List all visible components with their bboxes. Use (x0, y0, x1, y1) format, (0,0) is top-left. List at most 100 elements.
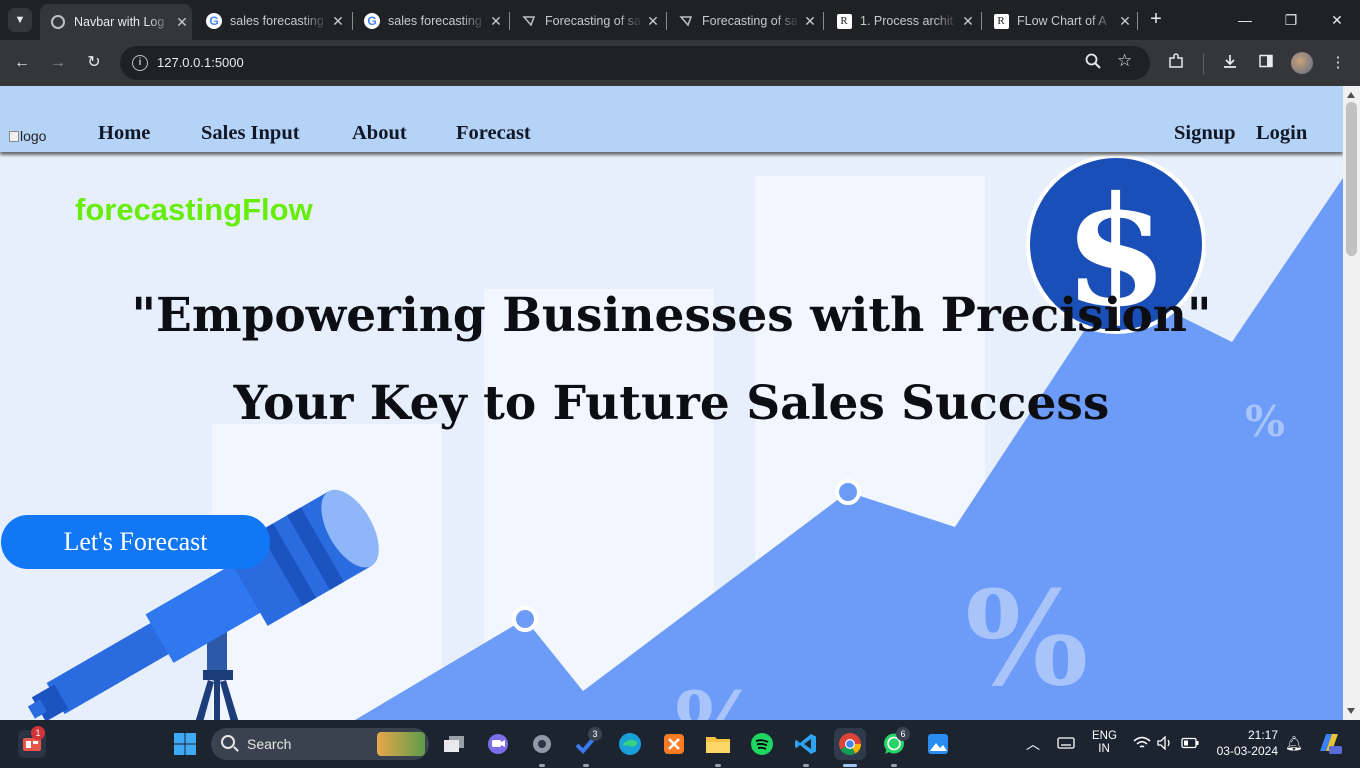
tab-title: 1. Process archit (860, 14, 954, 28)
browser-tab[interactable]: R 1. Process archit ✕ (826, 6, 978, 36)
logo-image[interactable]: logo (9, 128, 46, 144)
teams-chat-icon[interactable] (484, 730, 512, 758)
nav-login-link[interactable]: Login (1256, 122, 1307, 145)
tab-separator (823, 12, 824, 30)
keyboard-icon[interactable] (1057, 736, 1075, 753)
tab-title: FLow Chart of A (1017, 14, 1107, 28)
nav-forecast-link[interactable]: Forecast (456, 122, 531, 145)
task-view-icon[interactable] (440, 730, 468, 758)
chart-point (512, 606, 538, 632)
chrome-icon[interactable] (834, 728, 866, 760)
close-tab-icon[interactable]: ✕ (328, 13, 348, 30)
url-text[interactable]: 127.0.0.1:5000 (157, 55, 244, 70)
windows-start-icon[interactable] (171, 730, 199, 758)
vscode-icon[interactable] (792, 730, 820, 758)
close-window-icon[interactable]: ✕ (1314, 0, 1360, 40)
tab-title: sales forecasting (388, 14, 482, 28)
browser-tab[interactable]: G sales forecasting ✕ (354, 6, 506, 36)
running-indicator (803, 764, 809, 767)
percent-decoration: % (675, 672, 761, 720)
researchgate-icon: R (993, 13, 1009, 29)
nav-signup-link[interactable]: Signup (1174, 122, 1236, 145)
lets-forecast-button[interactable]: Let's Forecast (1, 515, 270, 569)
running-indicator (715, 764, 721, 767)
chart-point (835, 479, 861, 505)
address-bar[interactable]: i 127.0.0.1:5000 ☆ (120, 46, 1150, 80)
reload-icon[interactable]: ↻ (83, 52, 105, 74)
browser-tab[interactable]: Navbar with Log ✕ (40, 4, 192, 40)
search-icon (221, 735, 235, 749)
close-tab-icon[interactable]: ✕ (486, 13, 506, 30)
globe-icon (50, 14, 66, 30)
running-indicator (891, 764, 897, 767)
language-indicator[interactable]: ENG IN (1092, 730, 1117, 755)
xampp-icon[interactable] (660, 730, 688, 758)
edge-browser-icon[interactable] (616, 730, 644, 758)
profile-avatar[interactable] (1291, 52, 1313, 74)
more-menu-icon[interactable]: ⋮ (1328, 53, 1348, 71)
bookmark-star-icon[interactable]: ☆ (1117, 51, 1132, 71)
percent-decoration: % (965, 562, 1089, 715)
browser-tab[interactable]: Forecasting of sa ✕ (511, 6, 663, 36)
taskbar-search-box[interactable]: Search (211, 728, 429, 760)
nav-sales-input-link[interactable]: Sales Input (201, 122, 300, 145)
minimize-icon[interactable]: — (1222, 0, 1268, 40)
wifi-icon[interactable] (1133, 736, 1151, 753)
page-viewport: % % % $ (0, 86, 1343, 720)
battery-icon[interactable] (1181, 737, 1199, 752)
side-panel-icon[interactable] (1256, 53, 1276, 73)
close-tab-icon[interactable]: ✕ (1115, 13, 1135, 30)
todo-badge: 3 (588, 727, 602, 741)
close-tab-icon[interactable]: ✕ (958, 13, 978, 30)
browser-tab-strip: ▼ Navbar with Log ✕ G sales forecasting … (0, 0, 1360, 40)
tab-search-button[interactable]: ▼ (8, 8, 32, 32)
new-tab-button[interactable]: + (1145, 8, 1167, 30)
logo-alt-text: logo (20, 128, 47, 144)
page-scrollbar[interactable] (1343, 86, 1360, 720)
notification-bell-icon[interactable]: 🔔︎ (1285, 735, 1303, 752)
tab-title: Forecasting of sa (702, 14, 798, 28)
restore-icon[interactable]: ❐ (1268, 0, 1314, 40)
browser-tab[interactable]: R FLow Chart of A ✕ (983, 6, 1135, 36)
download-icon[interactable] (1220, 53, 1240, 73)
google-icon: G (364, 13, 380, 29)
photos-icon[interactable] (924, 730, 952, 758)
forward-arrow-icon[interactable]: → (47, 52, 69, 74)
clock[interactable]: 21:17 03-03-2024 (1212, 728, 1278, 758)
scroll-up-icon[interactable] (1347, 92, 1355, 98)
tab-separator (666, 12, 667, 30)
tab-title: sales forecasting (230, 14, 324, 28)
google-icon: G (206, 13, 222, 29)
browser-tab[interactable]: Forecasting of sa ✕ (668, 6, 820, 36)
tab-separator (981, 12, 982, 30)
active-indicator (843, 764, 857, 767)
scroll-down-icon[interactable] (1347, 708, 1355, 714)
extensions-icon[interactable] (1166, 53, 1186, 73)
running-indicator (539, 764, 545, 767)
nav-about-link[interactable]: About (352, 122, 407, 145)
close-tab-icon[interactable]: ✕ (172, 14, 192, 31)
close-tab-icon[interactable]: ✕ (800, 13, 820, 30)
windows-taskbar: 1 Search 3 6 ︿ ENG IN 21:17 03-03-2024 🔔… (0, 720, 1360, 768)
nav-home-link[interactable]: Home (98, 122, 150, 145)
close-tab-icon[interactable]: ✕ (643, 13, 663, 30)
volume-icon[interactable] (1157, 735, 1173, 753)
browser-toolbar: ← → ↻ i 127.0.0.1:5000 ☆ ⋮ (0, 40, 1360, 86)
toolbar-divider (1203, 54, 1204, 74)
whatsapp-badge: 6 (896, 727, 910, 741)
clock-date: 03-03-2024 (1216, 744, 1278, 758)
browser-tab[interactable]: G sales forecasting ✕ (196, 6, 348, 36)
running-indicator (583, 764, 589, 767)
copilot-icon[interactable] (1316, 731, 1342, 758)
brand-title: forecastingFlow (75, 192, 313, 227)
spotify-icon[interactable] (748, 730, 776, 758)
zoom-icon[interactable] (1085, 53, 1101, 73)
scrollbar-thumb[interactable] (1346, 102, 1357, 256)
back-arrow-icon[interactable]: ← (11, 52, 33, 74)
file-explorer-icon[interactable] (704, 730, 732, 758)
broken-image-icon (9, 131, 19, 142)
site-info-icon[interactable]: i (132, 55, 148, 71)
show-hidden-icons-chevron-up-icon[interactable]: ︿ (1026, 734, 1040, 754)
search-label: Search (247, 736, 292, 752)
settings-gear-icon[interactable] (528, 730, 556, 758)
